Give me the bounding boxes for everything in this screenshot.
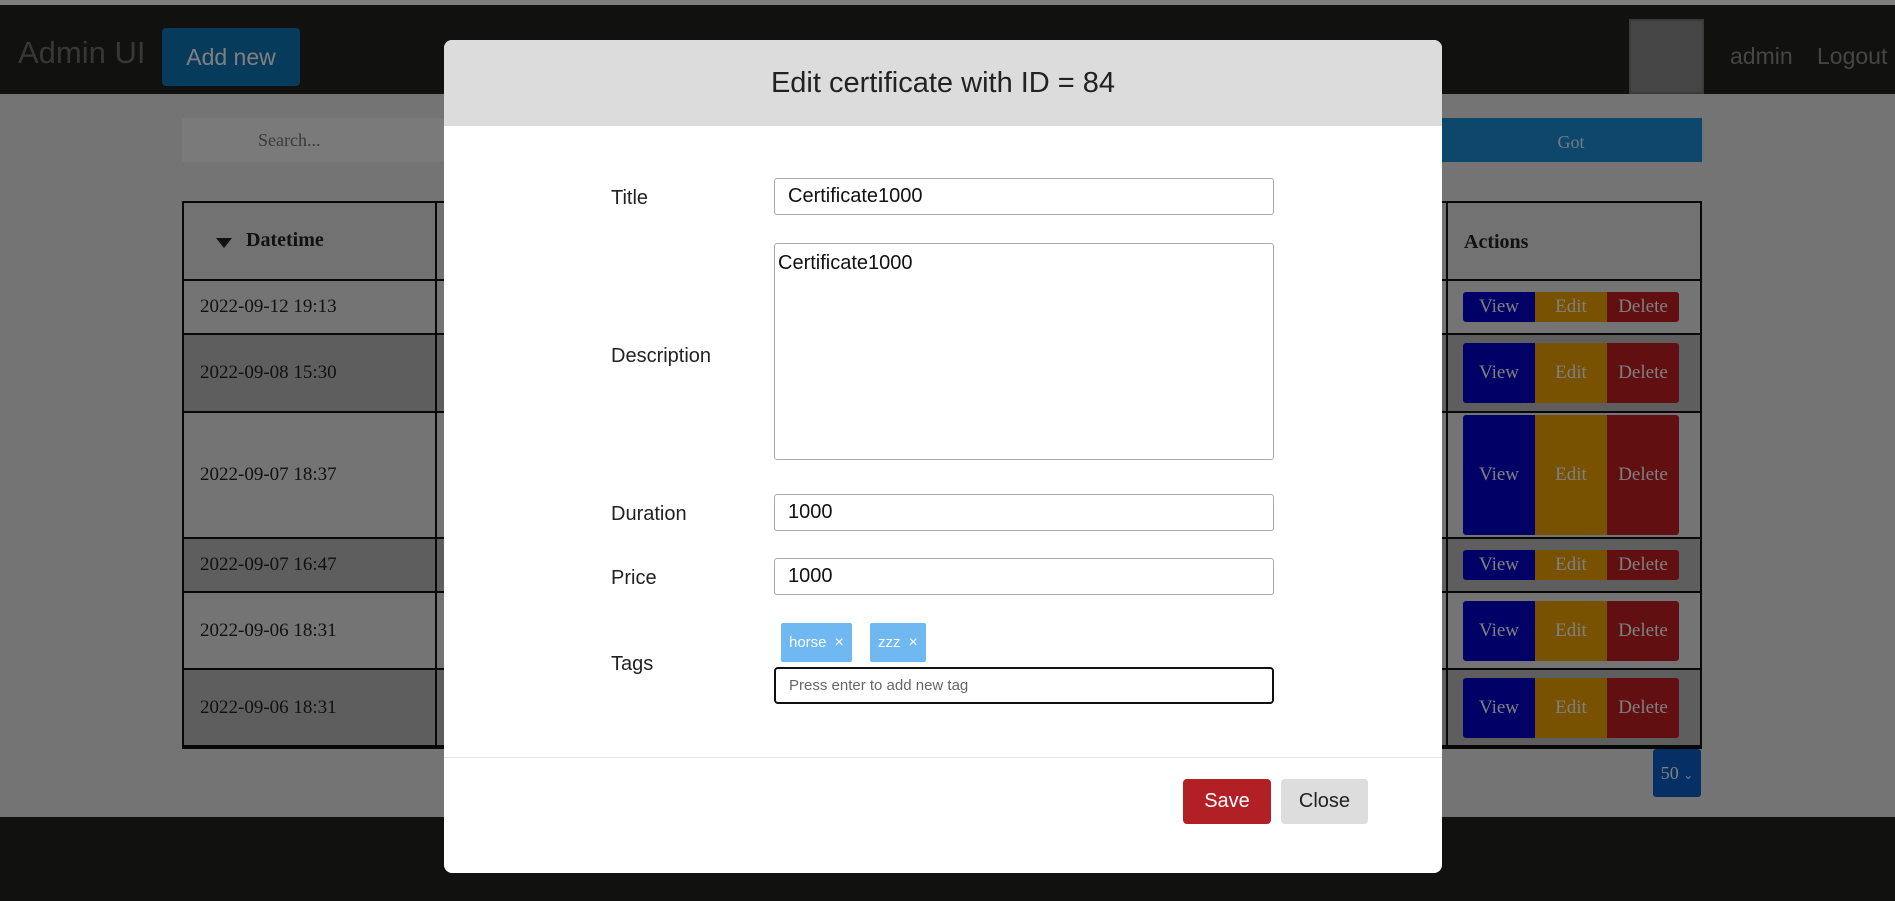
price-input[interactable] — [774, 558, 1274, 595]
duration-label: Duration — [611, 503, 687, 525]
save-button[interactable]: Save — [1183, 779, 1271, 824]
tag-label: zzz — [878, 634, 901, 651]
duration-input[interactable] — [774, 494, 1274, 531]
tag-chip: zzz × — [870, 623, 926, 662]
close-icon[interactable]: × — [835, 634, 844, 652]
close-button[interactable]: Close — [1281, 779, 1368, 824]
tag-label: horse — [789, 634, 827, 651]
edit-certificate-modal: Edit certificate with ID = 84 Title Desc… — [444, 40, 1442, 873]
new-tag-input[interactable] — [774, 667, 1274, 704]
title-input[interactable] — [774, 178, 1274, 215]
modal-title: Edit certificate with ID = 84 — [770, 67, 1116, 99]
description-label: Description — [611, 345, 712, 367]
tags-label: Tags — [611, 653, 654, 675]
price-label: Price — [611, 567, 657, 589]
title-label: Title — [611, 187, 649, 209]
modal-header: Edit certificate with ID = 84 — [444, 40, 1442, 126]
tag-chip: horse × — [781, 623, 852, 662]
close-icon[interactable]: × — [909, 634, 918, 652]
description-textarea[interactable]: Certificate1000 — [774, 243, 1274, 460]
modal-footer-divider — [444, 757, 1442, 758]
